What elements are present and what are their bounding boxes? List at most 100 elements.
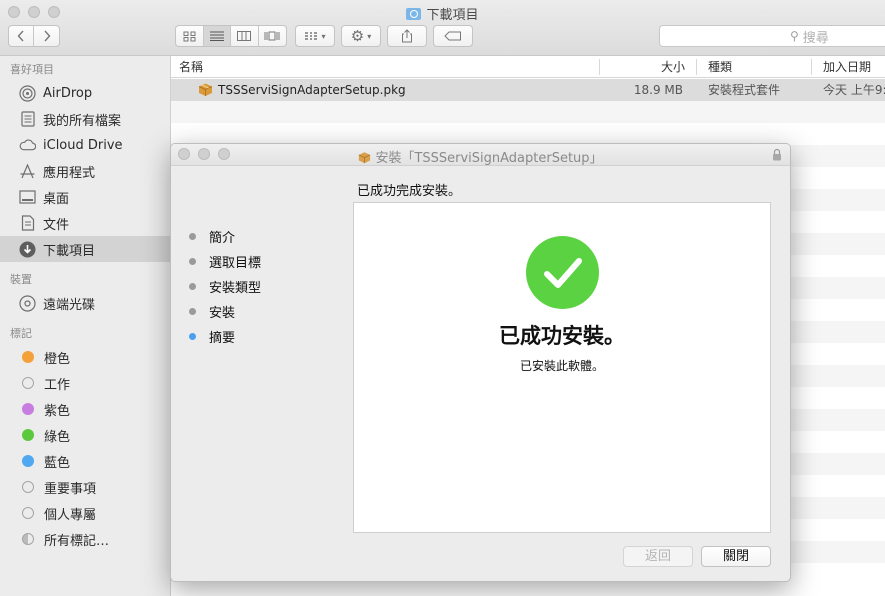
sidebar-item-label: 綠色 [44, 429, 71, 445]
icon-view-icon [183, 31, 196, 41]
file-date-added: 今天 上午9: [823, 83, 885, 97]
step-dot-current [189, 333, 196, 340]
installer-title: 安裝「TSSServiSignAdapterSetup」 [171, 147, 790, 166]
desktop-icon [19, 189, 36, 206]
step-summary: 摘要 [189, 324, 261, 349]
sidebar-tag-purple[interactable]: 紫色 [0, 396, 170, 422]
step-destination: 選取目標 [189, 249, 261, 274]
file-row[interactable]: TSSServiSignAdapterSetup.pkg 18.9 MB 安裝程… [171, 79, 885, 101]
column-view-button[interactable] [231, 26, 259, 46]
column-header-date-added[interactable]: 加入日期 [823, 56, 871, 78]
sidebar-item-label: 個人專屬 [44, 507, 97, 523]
sidebar-item-label: iCloud Drive [43, 137, 123, 153]
action-menu-button[interactable]: ⚙ ▾ [341, 25, 381, 47]
downloads-icon [19, 241, 36, 258]
empty-row [171, 101, 885, 123]
sidebar-item-label: AirDrop [43, 85, 93, 101]
chevron-left-icon [17, 30, 24, 42]
back-button[interactable]: 返回 [623, 546, 693, 567]
file-list-header: 名稱 大小 種類 加入日期 [171, 56, 885, 78]
documents-icon [19, 215, 36, 232]
applications-icon [19, 162, 36, 180]
sidebar-item-label: 桌面 [43, 191, 70, 207]
all-files-icon [19, 111, 36, 128]
sidebar-tag-green[interactable]: 綠色 [0, 422, 170, 448]
step-label: 簡介 [209, 231, 236, 246]
list-view-icon [209, 31, 224, 41]
arrange-icon [305, 32, 318, 40]
devices-section-label: 裝置 [10, 273, 32, 286]
arrange-button[interactable]: ▾ [295, 25, 335, 47]
file-name: TSSServiSignAdapterSetup.pkg [218, 83, 406, 97]
edit-tags-button[interactable] [433, 25, 473, 47]
orange-tag-icon [22, 351, 34, 363]
sidebar-all-tags[interactable]: 所有標記… [0, 526, 170, 552]
share-icon [402, 29, 412, 43]
success-title: 已成功安裝。 [499, 324, 625, 348]
navigation-buttons [8, 25, 60, 47]
cloud-icon [19, 137, 36, 154]
sidebar-item-applications[interactable]: 應用程式 [0, 158, 170, 184]
sidebar: 喜好項目 AirDrop 我的所有檔案 iCloud Drive 應用程式 桌面 [0, 56, 171, 596]
sidebar-item-documents[interactable]: 文件 [0, 210, 170, 236]
sidebar-tag-work[interactable]: 工作 [0, 370, 170, 396]
all-tags-icon [22, 533, 34, 545]
step-dot [189, 233, 196, 240]
success-checkmark-icon [526, 236, 599, 309]
package-icon [359, 152, 371, 164]
sidebar-item-label: 應用程式 [43, 165, 96, 181]
installer-content-panel: 已成功安裝。 已安裝此軟體。 [353, 202, 771, 533]
sidebar-tag-important[interactable]: 重要事項 [0, 474, 170, 500]
installer-titlebar: 安裝「TSSServiSignAdapterSetup」 [171, 144, 790, 166]
step-label: 安裝 [209, 306, 236, 321]
sidebar-item-label: 遠端光碟 [43, 297, 96, 313]
purple-tag-icon [22, 403, 34, 415]
share-button[interactable] [387, 25, 427, 47]
sidebar-item-icloud-drive[interactable]: iCloud Drive [0, 132, 170, 158]
search-field[interactable]: ⚲ 搜尋 [659, 25, 885, 47]
tags-section-label: 標記 [10, 327, 32, 340]
sidebar-item-all-my-files[interactable]: 我的所有檔案 [0, 106, 170, 132]
sidebar-item-downloads[interactable]: 下載項目 [0, 236, 170, 262]
column-header-size[interactable]: 大小 [661, 56, 685, 78]
close-button[interactable]: 關閉 [701, 546, 771, 567]
sidebar-item-label: 文件 [43, 217, 70, 233]
column-divider[interactable] [811, 59, 812, 75]
column-divider[interactable] [696, 59, 697, 75]
sidebar-item-remote-disc[interactable]: 遠端光碟 [0, 290, 170, 316]
forward-button[interactable] [34, 26, 59, 46]
step-dot [189, 283, 196, 290]
lock-icon[interactable] [772, 148, 782, 161]
installer-window: 安裝「TSSServiSignAdapterSetup」 已成功完成安裝。 簡介… [170, 143, 791, 582]
sidebar-item-label: 紫色 [44, 403, 71, 419]
file-kind: 安裝程式套件 [708, 83, 781, 97]
installer-heading: 已成功完成安裝。 [357, 184, 462, 199]
column-header-name[interactable]: 名稱 [179, 56, 203, 78]
step-dot [189, 258, 196, 265]
file-size: 18.9 MB [633, 83, 683, 97]
list-view-button[interactable] [203, 26, 231, 46]
downloads-folder-icon [406, 8, 422, 20]
column-view-icon [237, 31, 252, 41]
step-dot [189, 308, 196, 315]
chevron-down-icon: ▾ [321, 31, 326, 41]
sidebar-item-desktop[interactable]: 桌面 [0, 184, 170, 210]
finder-toolbar: 下載項目 ▾ ⚙ ▾ ⚲ 搜尋 [0, 0, 885, 56]
sidebar-tag-orange[interactable]: 橙色 [0, 344, 170, 370]
sidebar-tag-personal[interactable]: 個人專屬 [0, 500, 170, 526]
gallery-view-icon [264, 31, 280, 41]
step-label: 摘要 [209, 331, 236, 346]
sidebar-tag-blue[interactable]: 藍色 [0, 448, 170, 474]
empty-tag-icon [22, 481, 34, 493]
airdrop-icon [19, 84, 36, 102]
column-header-kind[interactable]: 種類 [708, 56, 732, 78]
gallery-view-button[interactable] [259, 26, 286, 46]
sidebar-item-airdrop[interactable]: AirDrop [0, 80, 170, 106]
empty-tag-icon [22, 377, 34, 389]
sidebar-item-label: 工作 [44, 377, 71, 393]
column-divider[interactable] [599, 59, 600, 75]
back-button[interactable] [9, 26, 34, 46]
step-installation-type: 安裝類型 [189, 274, 261, 299]
icon-view-button[interactable] [176, 26, 204, 46]
favorites-section-label: 喜好項目 [10, 63, 54, 76]
